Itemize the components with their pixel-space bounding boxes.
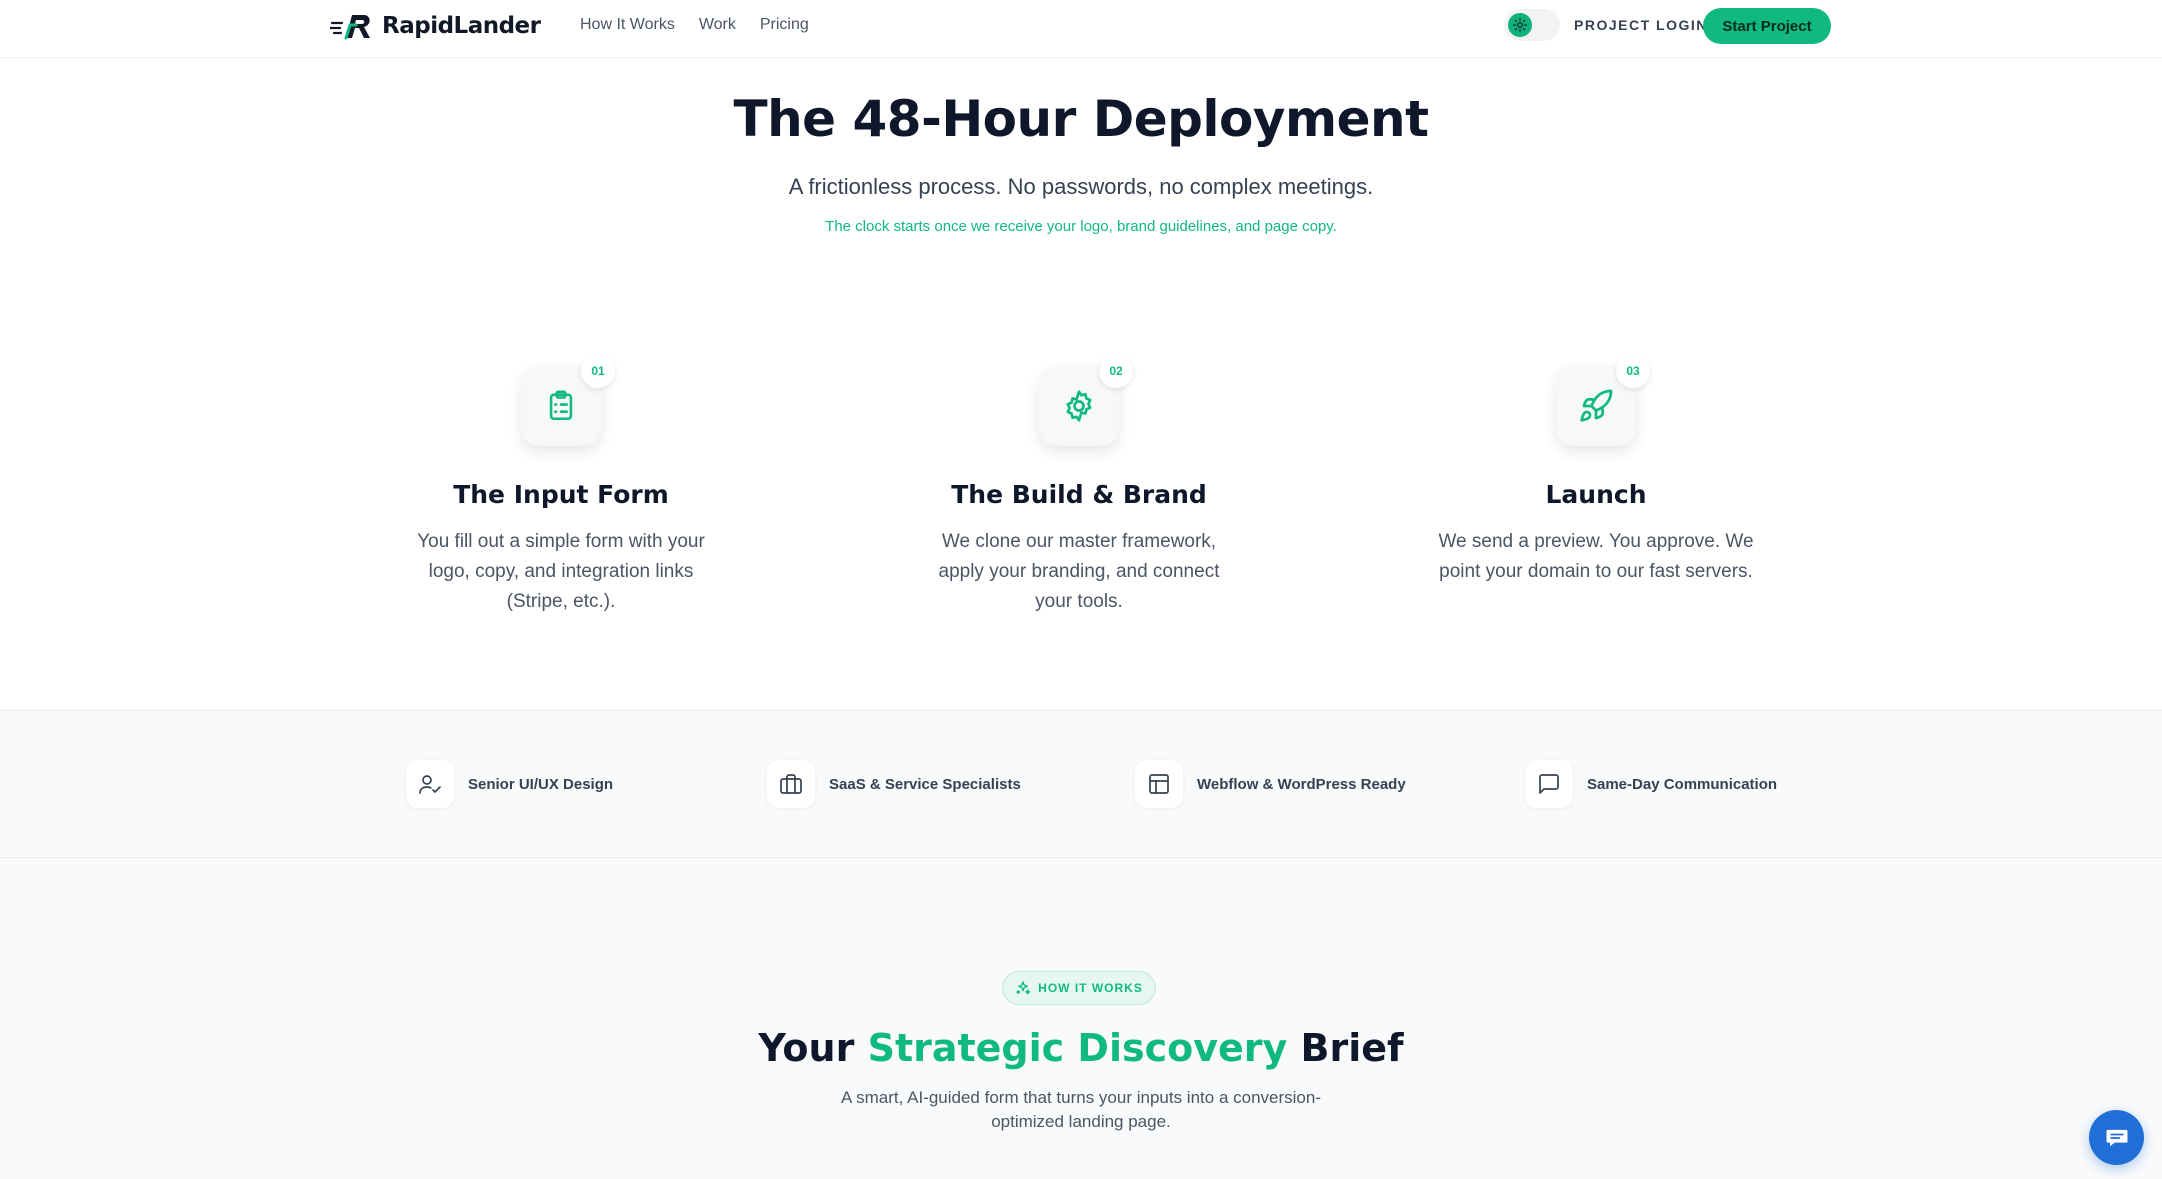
rocket-icon (1580, 389, 1613, 422)
top-nav: RapidLander How It Works Work Pricing PR… (0, 0, 2162, 58)
chat-icon (1539, 774, 1559, 794)
step-number-badge: 01 (581, 354, 615, 388)
nav-link-pricing[interactable]: Pricing (760, 16, 809, 34)
title-suffix: Brief (1300, 1026, 1404, 1070)
step-card-2: 02 The Build & Brand We clone our master… (909, 354, 1249, 617)
nav-links: How It Works Work Pricing (580, 16, 809, 34)
feature-icon-box (1525, 760, 1573, 808)
feature-icon-box (767, 760, 815, 808)
step-description: We clone our master framework, apply you… (938, 531, 1220, 612)
theme-toggle[interactable] (1504, 9, 1560, 41)
step-title: The Input Form (453, 480, 669, 509)
feature-item: Webflow & WordPress Ready (1135, 759, 1406, 809)
project-login-link[interactable]: PROJECT LOGIN (1574, 17, 1708, 33)
step-title: Launch (1545, 480, 1647, 509)
sun-icon (1513, 18, 1527, 32)
briefcase-icon (780, 774, 802, 794)
nav-link-work[interactable]: Work (699, 16, 736, 34)
feature-label: Senior UI/UX Design (468, 775, 614, 793)
section-badge: HOW IT WORKS (1002, 971, 1156, 1005)
feature-label: Webflow & WordPress Ready (1197, 775, 1406, 793)
title-accent: Strategic Discovery (867, 1026, 1288, 1070)
step-number-badge: 03 (1616, 354, 1650, 388)
step-card-3: 03 Launch We send a preview. You approve… (1426, 354, 1766, 587)
discovery-section: HOW IT WORKS Your Strategic Discovery Br… (0, 858, 2162, 1179)
step-description: We send a preview. You approve. We point… (1438, 531, 1754, 582)
step-icon-box: 03 (1556, 354, 1650, 446)
logo-icon (330, 15, 370, 40)
feature-item: SaaS & Service Specialists (767, 759, 1021, 809)
features-strip: Senior UI/UX Design SaaS & Service Speci… (0, 710, 2162, 858)
step-icon-box: 01 (521, 354, 615, 446)
step-card-1: 01 The Input Form You fill out a simple … (391, 354, 731, 617)
gear-icon (1066, 390, 1092, 422)
nav-link-how-it-works[interactable]: How It Works (580, 16, 675, 34)
hero-note: The clock starts once we receive your lo… (825, 218, 1337, 235)
feature-label: SaaS & Service Specialists (829, 775, 1021, 793)
feature-item: Same-Day Communication (1525, 759, 1777, 809)
user-check-icon (419, 775, 441, 794)
section-description: A smart, AI-guided form that turns your … (840, 1088, 1321, 1131)
feature-item: Senior UI/UX Design (406, 759, 613, 809)
hero-subtitle: A frictionless process. No passwords, no… (788, 174, 1374, 199)
brand-logo[interactable]: RapidLander (330, 10, 541, 42)
chat-widget-button[interactable] (2089, 1110, 2144, 1165)
step-title: The Build & Brand (951, 480, 1207, 509)
start-project-button[interactable]: Start Project (1703, 8, 1831, 44)
section-title: Your Strategic Discovery Brief (0, 1026, 2162, 1070)
sparkles-icon (1016, 981, 1031, 995)
clipboard-icon (549, 390, 573, 421)
step-icon-box: 02 (1039, 354, 1133, 446)
step-number-badge: 02 (1099, 354, 1133, 388)
badge-label: HOW IT WORKS (1038, 981, 1143, 995)
step-description: You fill out a simple form with your log… (417, 531, 705, 612)
brand-name: RapidLander (382, 13, 541, 39)
feature-label: Same-Day Communication (1587, 775, 1778, 793)
page-title: The 48-Hour Deployment (733, 90, 1429, 148)
message-icon (2106, 1129, 2127, 1146)
layout-icon (1149, 774, 1169, 794)
title-prefix: Your (758, 1026, 855, 1070)
feature-icon-box (406, 760, 454, 808)
toggle-knob (1508, 13, 1532, 37)
feature-icon-box (1135, 760, 1183, 808)
